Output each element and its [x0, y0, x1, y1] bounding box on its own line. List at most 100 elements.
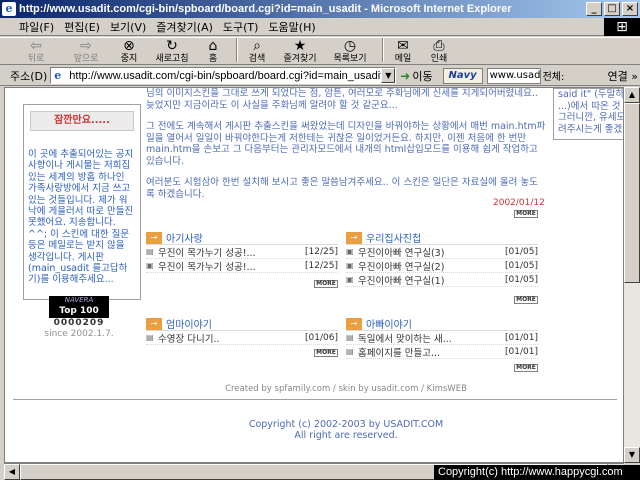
- board-row[interactable]: ▣ 우진이아빠 연구실(3) [01/05]: [346, 245, 538, 259]
- visitor-counter: 0000209: [53, 318, 105, 328]
- notice-box: 잠깐만요..... 이 곳에 추출되어있는 공지사항이나 게시물는 저희집있는 …: [23, 104, 141, 300]
- window-title: http://www.usadit.com/cgi-bin/spboard/bo…: [19, 3, 512, 15]
- photo-document-icon: ▣: [346, 261, 354, 270]
- since-date: since 2002.1.7.: [44, 329, 114, 339]
- address-dropdown-button[interactable]: ▼: [381, 68, 396, 83]
- ie-logo-icon: e: [2, 2, 16, 16]
- vertical-scrollbar[interactable]: ▲ ▼: [624, 87, 640, 463]
- board-title[interactable]: 아기사랑: [166, 230, 203, 245]
- address-bar: 주소(D) e http://www.usadit.com/cgi-bin/sp…: [0, 66, 640, 86]
- more-button[interactable]: MORE: [314, 349, 338, 357]
- arrow-tag-icon: →: [346, 317, 362, 330]
- stop-icon: ⊗: [123, 38, 135, 54]
- right-sidebar-snippet: said it" (두말하면) ...)에서 따온 것 그러니깐, 유세도 려주…: [553, 88, 623, 140]
- post-paragraph: 님의 이미지스킨을 그대로 쓰게 되었다는 점, 암튼, 여러모로 주화님에게 …: [146, 88, 538, 111]
- document-icon: ▤: [146, 247, 154, 256]
- menu-help[interactable]: 도움말(H): [263, 19, 320, 35]
- favorites-button[interactable]: ★ 즐겨찾기: [278, 38, 322, 64]
- toolbar-search-input[interactable]: www.usad..: [486, 67, 541, 84]
- arrow-tag-icon: →: [346, 231, 362, 244]
- board-row[interactable]: ▣ 우진이아빠 연구실(2) [01/05]: [346, 259, 538, 273]
- board-row[interactable]: ▣ 우진이아빠 연구실(1) [01/05]: [346, 273, 538, 287]
- address-field[interactable]: e http://www.usadit.com/cgi-bin/spboard/…: [50, 67, 397, 84]
- refresh-button[interactable]: ↻ 새로고침: [150, 38, 194, 64]
- history-icon: ◷: [343, 38, 357, 54]
- footer-divider: [13, 399, 617, 400]
- document-icon: ▤: [346, 347, 354, 356]
- board-row[interactable]: ▤ 독일에서 맞이하는 새... [01/01]: [346, 331, 538, 345]
- links-button[interactable]: 연결 »: [608, 68, 638, 84]
- mail-button[interactable]: ✉ 메일: [388, 38, 418, 64]
- board-title[interactable]: 우리집사진첩: [366, 230, 421, 245]
- board-row[interactable]: ▤ 수영장 다니기.. [01/06]: [146, 331, 338, 345]
- page-viewport: 잠깐만요..... 이 곳에 추출되어있는 공지사항이나 게시물는 저희집있는 …: [4, 87, 624, 463]
- copyright-notice: Copyright (c) 2002-2003 by USADIT.COM Al…: [248, 419, 444, 441]
- address-label: 주소(D): [10, 69, 48, 83]
- back-button[interactable]: ⇦ 뒤로: [14, 38, 58, 64]
- board-section-dad: → 아빠이야기 ▤ 독일에서 맞이하는 새... [01/01] ▤ 홈페이지를…: [346, 317, 538, 359]
- menu-favorites[interactable]: 즐겨찾기(A): [151, 19, 218, 35]
- post-date: 2002/01/12: [493, 198, 545, 208]
- forward-button[interactable]: ⇨ 앞으로: [64, 38, 108, 64]
- scroll-down-button[interactable]: ▼: [624, 447, 640, 463]
- photo-document-icon: ▣: [346, 275, 354, 284]
- post-paragraph: 그 전에도 계속해서 게시판 추출스킨을 써왔었는데 디자인을 바꿔야하는 상황…: [146, 121, 546, 167]
- home-icon: ⌂: [208, 38, 218, 54]
- copyright-watermark: Copyright(c) http://www.happycgi.com: [434, 465, 640, 480]
- notice-title: 잠깐만요.....: [30, 111, 134, 131]
- maximize-button[interactable]: □: [604, 2, 620, 16]
- vertical-scroll-thumb[interactable]: [624, 103, 640, 283]
- arrow-tag-icon: →: [146, 317, 162, 330]
- print-button[interactable]: ⎙ 인쇄: [424, 38, 454, 64]
- credits-line: Created by spfamily.com / skin by usadit…: [225, 384, 467, 394]
- board-title[interactable]: 엄마이야기: [166, 316, 212, 331]
- board-row[interactable]: ▤ 우진이 목가누기 성공!... [12/25]: [146, 245, 338, 259]
- board-title[interactable]: 아빠이야기: [366, 316, 412, 331]
- minimize-button[interactable]: _: [586, 2, 602, 16]
- naver-toolbar-logo[interactable]: Navy: [442, 67, 483, 84]
- toolbar-separator: [382, 38, 384, 62]
- board-section-baby: → 아기사랑 ▤ 우진이 목가누기 성공!... [12/25] ▣ 우진이 목…: [146, 231, 338, 273]
- more-button[interactable]: MORE: [514, 364, 538, 372]
- windows-logo-icon: ⊞: [604, 18, 640, 36]
- print-icon: ⎙: [433, 38, 445, 54]
- search-scope-label[interactable]: 전체:: [543, 68, 565, 83]
- toolbar-separator: [236, 38, 238, 62]
- scroll-left-button[interactable]: ◀: [4, 464, 20, 480]
- board-section-photos: → 우리집사진첩 ▣ 우진이아빠 연구실(3) [01/05] ▣ 우진이아빠 …: [346, 231, 538, 287]
- forward-arrow-icon: ⇨: [80, 38, 92, 54]
- more-button[interactable]: MORE: [514, 296, 538, 304]
- home-button[interactable]: ⌂ 홈: [200, 38, 226, 64]
- back-arrow-icon: ⇦: [30, 38, 42, 54]
- more-button[interactable]: MORE: [514, 210, 538, 218]
- title-bar: e http://www.usadit.com/cgi-bin/spboard/…: [0, 0, 640, 18]
- document-icon: ▤: [346, 333, 354, 342]
- arrow-tag-icon: →: [146, 231, 162, 244]
- menu-view[interactable]: 보기(V): [105, 19, 151, 35]
- history-button[interactable]: ◷ 목록보기: [328, 38, 372, 64]
- search-button[interactable]: ⌕ 검색: [242, 38, 272, 64]
- favorites-icon: ★: [293, 38, 307, 54]
- mail-icon: ✉: [397, 38, 409, 54]
- more-button[interactable]: MORE: [314, 280, 338, 288]
- refresh-icon: ↻: [166, 38, 178, 54]
- menu-file[interactable]: 파일(F): [14, 19, 59, 35]
- post-content: 님의 이미지스킨을 그대로 쓰게 되었다는 점, 암튼, 여러모로 주화님에게 …: [146, 88, 546, 210]
- address-url[interactable]: http://www.usadit.com/cgi-bin/spboard/bo…: [69, 70, 381, 82]
- post-paragraph: 여러분도 시험삼아 한번 설치해 보시고 좋은 말씀남겨주세요.. 이 스킨은 …: [146, 177, 538, 200]
- page-icon: e: [54, 68, 62, 82]
- go-arrow-icon: ➜: [400, 68, 411, 83]
- stop-button[interactable]: ⊗ 중지: [114, 38, 144, 64]
- naver-top100-badge[interactable]: NAVERA Top 100: [49, 296, 109, 318]
- menu-edit[interactable]: 편집(E): [59, 19, 105, 35]
- menu-tools[interactable]: 도구(T): [218, 19, 264, 35]
- photo-document-icon: ▣: [346, 247, 354, 256]
- board-section-mom: → 엄마이야기 ▤ 수영장 다니기.. [01/06]: [146, 317, 338, 345]
- document-icon: ▤: [146, 333, 154, 342]
- search-icon: ⌕: [253, 38, 261, 54]
- scroll-up-button[interactable]: ▲: [624, 87, 640, 103]
- board-row[interactable]: ▤ 홈페이지를 만들고... [01/01]: [346, 345, 538, 359]
- go-button[interactable]: ➜ 이동: [400, 68, 432, 84]
- board-row[interactable]: ▣ 우진이 목가누기 성공!... [12/25]: [146, 259, 338, 273]
- close-button[interactable]: ×: [622, 2, 638, 16]
